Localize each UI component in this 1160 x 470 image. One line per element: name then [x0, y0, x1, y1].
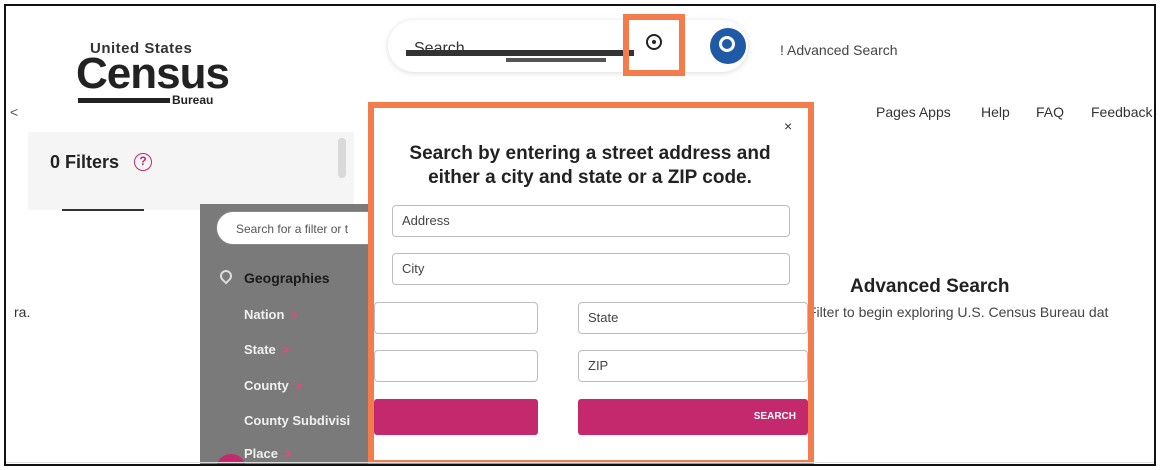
search-button[interactable] — [710, 28, 746, 64]
left-field-2[interactable] — [374, 350, 538, 382]
zip-field[interactable]: ZIP — [578, 350, 808, 382]
logo-bureau: Bureau — [172, 93, 214, 107]
geo-item-nation[interactable]: Nation > — [244, 307, 298, 322]
filters-scrollbar[interactable] — [338, 138, 346, 178]
filter-search-placeholder: Search for a filter or t — [236, 222, 349, 236]
cancel-button[interactable] — [374, 399, 538, 435]
search-redaction-bar — [406, 50, 634, 56]
city-field[interactable]: City — [392, 253, 790, 285]
geo-item-place[interactable]: Place > — [244, 446, 292, 461]
chevron-right-icon: > — [290, 307, 299, 322]
geo-item-label: Place — [244, 446, 278, 461]
partial-text: ra. — [14, 304, 31, 320]
geo-item-label: State — [244, 342, 276, 357]
geo-item-state[interactable]: State > — [244, 342, 289, 357]
nav-item-help[interactable]: Help — [981, 104, 1010, 120]
logo-census[interactable]: Census — [76, 52, 230, 96]
back-chevron-icon[interactable]: < — [10, 104, 18, 120]
address-field[interactable]: Address — [392, 205, 790, 237]
search-redaction-bar-2 — [506, 58, 606, 62]
geo-item-label: County — [244, 378, 289, 393]
advanced-search-link[interactable]: ! Advanced Search — [780, 42, 898, 58]
location-icon-highlight — [623, 14, 685, 76]
nav-item-faq[interactable]: FAQ — [1036, 104, 1064, 120]
chevron-right-icon: > — [281, 342, 290, 357]
page-frame: United States Census Bureau < Search ! A… — [4, 4, 1156, 466]
advanced-search-title: Advanced Search — [850, 276, 1010, 297]
footer-icon[interactable] — [542, 464, 598, 466]
geo-item-county-subdivision[interactable]: County Subdivisi — [244, 413, 350, 428]
chevron-right-icon: > — [283, 446, 292, 461]
footer-divider — [6, 462, 1154, 463]
search-submit-button[interactable]: SEARCH — [578, 399, 808, 435]
modal-title: Search by entering a street address and … — [390, 142, 790, 190]
filters-title: 0 Filters — [50, 152, 120, 172]
geographies-heading[interactable]: Geographies — [244, 270, 330, 286]
advanced-search-subtitle: Filter to begin exploring U.S. Census Bu… — [808, 304, 1109, 320]
nav-item-feedback[interactable]: Feedback — [1091, 104, 1152, 120]
close-icon[interactable]: × — [784, 118, 792, 134]
logo-underline — [78, 98, 170, 103]
magnifier-icon — [719, 36, 735, 52]
help-icon[interactable]: ? — [134, 153, 152, 171]
modal-title-line-1: Search by entering a street address and — [409, 143, 771, 164]
modal-title-line-2: either a city and state or a ZIP code. — [428, 167, 752, 188]
geo-item-label: County Subdivisi — [244, 413, 351, 428]
state-field[interactable]: State — [578, 302, 808, 334]
chevron-right-icon: > — [294, 378, 303, 393]
left-field-1[interactable] — [374, 302, 538, 334]
geo-item-county[interactable]: County > — [244, 378, 302, 393]
geo-item-label: Nation — [244, 307, 285, 322]
filters-divider — [62, 209, 144, 211]
nav-item-pages-apps[interactable]: Pages Apps — [876, 104, 951, 120]
